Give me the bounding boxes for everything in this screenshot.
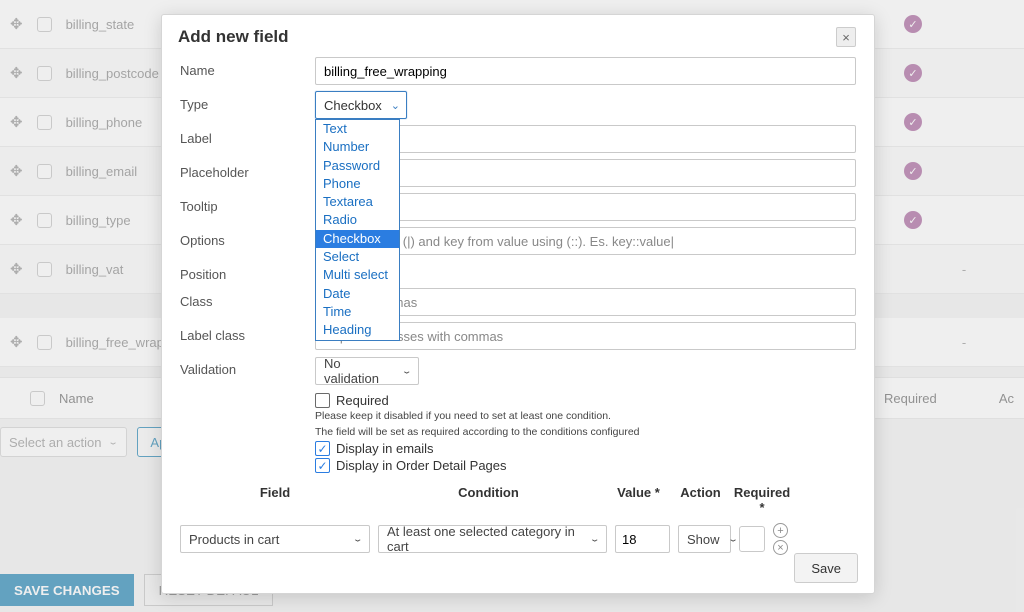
- cond-col-value: Value *: [607, 485, 670, 515]
- cond-field-select[interactable]: Products in cart⌄: [180, 525, 370, 553]
- chevron-down-icon: ⌄: [352, 534, 363, 544]
- display-order-label: Display in Order Detail Pages: [336, 458, 507, 473]
- chevron-down-icon: ⌄: [728, 534, 739, 544]
- add-field-modal: Add new field × Name Type Checkbox ⌄ Tex…: [161, 14, 875, 594]
- type-option-heading[interactable]: Heading: [316, 321, 399, 339]
- type-option-text[interactable]: Text: [316, 120, 399, 138]
- type-option-select[interactable]: Select: [316, 248, 399, 266]
- cond-required-checkbox[interactable]: [739, 526, 765, 552]
- remove-condition-icon[interactable]: ×: [773, 540, 788, 555]
- close-icon[interactable]: ×: [836, 27, 856, 47]
- required-checkbox[interactable]: [315, 393, 330, 408]
- type-option-number[interactable]: Number: [316, 138, 399, 156]
- modal-title: Add new field: [178, 27, 289, 47]
- required-label: Required: [336, 393, 389, 408]
- validation-select[interactable]: No validation ⌄: [315, 357, 419, 385]
- type-option-phone[interactable]: Phone: [316, 175, 399, 193]
- type-option-checkbox[interactable]: Checkbox: [316, 230, 399, 248]
- type-option-radio[interactable]: Radio: [316, 211, 399, 229]
- label-label: Label: [180, 125, 315, 146]
- display-order-checkbox[interactable]: ✓: [315, 458, 330, 473]
- type-select[interactable]: Checkbox ⌄: [315, 91, 407, 119]
- chevron-down-icon: ⌄: [391, 99, 400, 112]
- labelclass-label: Label class: [180, 322, 315, 343]
- cond-action-select[interactable]: Show⌄: [678, 525, 731, 553]
- type-option-date[interactable]: Date: [316, 285, 399, 303]
- tooltip-label: Tooltip: [180, 193, 315, 214]
- type-option-password[interactable]: Password: [316, 157, 399, 175]
- add-condition-icon[interactable]: +: [773, 523, 788, 538]
- class-label: Class: [180, 288, 315, 309]
- placeholder-label: Placeholder: [180, 159, 315, 180]
- cond-col-action: Action: [670, 485, 731, 515]
- type-option-time[interactable]: Time: [316, 303, 399, 321]
- condition-row: Products in cart⌄ At least one selected …: [180, 523, 856, 555]
- type-dropdown: Text Number Password Phone Textarea Radi…: [315, 119, 400, 341]
- cond-condition-select[interactable]: At least one selected category in cart⌄: [378, 525, 607, 553]
- required-help-1: Please keep it disabled if you need to s…: [315, 410, 856, 424]
- save-button[interactable]: Save: [794, 553, 858, 583]
- chevron-down-icon: ⌄: [401, 366, 412, 376]
- options-label: Options: [180, 227, 315, 248]
- validation-label: Validation: [180, 356, 315, 377]
- cond-col-required: Required *: [731, 485, 793, 515]
- name-input[interactable]: [315, 57, 856, 85]
- type-option-textarea[interactable]: Textarea: [316, 193, 399, 211]
- cond-col-field: Field: [180, 485, 370, 515]
- cond-col-condition: Condition: [370, 485, 607, 515]
- name-label: Name: [180, 57, 315, 78]
- required-help-2: The field will be set as required accord…: [315, 426, 856, 440]
- chevron-down-icon: ⌄: [589, 534, 600, 544]
- cond-value-input[interactable]: [615, 525, 670, 553]
- display-emails-label: Display in emails: [336, 441, 434, 456]
- display-emails-checkbox[interactable]: ✓: [315, 441, 330, 456]
- type-option-multiselect[interactable]: Multi select: [316, 266, 399, 284]
- type-label: Type: [180, 91, 315, 112]
- position-label: Position: [180, 261, 315, 282]
